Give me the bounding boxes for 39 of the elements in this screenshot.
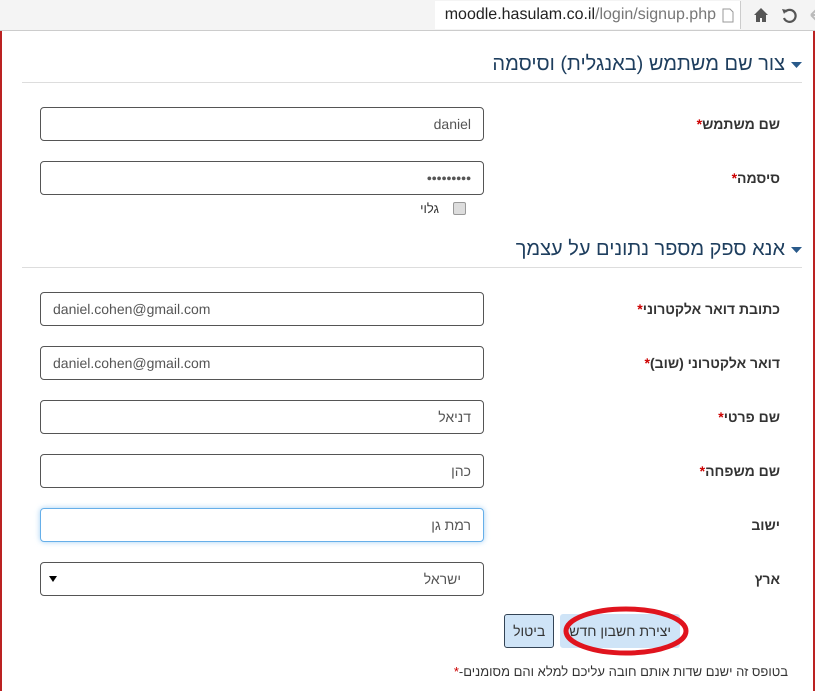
field-label: ישוב: [751, 517, 780, 533]
required-mark: *: [700, 463, 706, 479]
required-mark: *: [454, 664, 459, 679]
collapse-caret-icon: [791, 60, 802, 68]
checkbox[interactable]: [453, 202, 466, 215]
input-field[interactable]: כהן: [40, 454, 484, 488]
address-bar[interactable]: moodle.hasulam.co.il/login/signup.php: [434, 1, 741, 29]
field-label: שם משפחה: [705, 463, 780, 479]
required-mark: *: [637, 301, 643, 317]
page-icon: [722, 8, 734, 22]
select-field[interactable]: ישראל: [40, 562, 484, 596]
form-button[interactable]: ביטול: [504, 614, 554, 648]
section-title: צור שם משתמש (באנגלית) וסיסמה: [492, 53, 785, 76]
url-text: moodle.hasulam.co.il/login/signup.php: [444, 6, 716, 24]
required-mark: *: [732, 170, 738, 186]
dropdown-caret-icon: [49, 576, 57, 582]
field-label: סיסמה: [737, 170, 780, 186]
collapse-caret-icon: [791, 246, 802, 254]
required-mark: *: [718, 409, 724, 425]
field-label: שם פרטי: [724, 409, 780, 425]
home-icon[interactable]: [753, 7, 769, 23]
required-mark: *: [696, 116, 702, 132]
field-label: שם משתמש: [702, 116, 780, 132]
field-label: דואר אלקטרוני (שוב): [650, 355, 780, 371]
checkbox-label: גלוי: [420, 201, 439, 216]
footnote-text: בטופס זה ישנם שדות אותם חובה עליכם למלא והם מסומנים-: [458, 664, 788, 679]
section-header[interactable]: אנא ספק מספר נתונים על עצמך: [22, 238, 802, 268]
section-header[interactable]: צור שם משתמש (באנגלית) וסיסמה: [22, 53, 802, 83]
required-mark: *: [644, 355, 650, 371]
input-field[interactable]: •••••••••: [40, 161, 484, 195]
field-label: ארץ: [754, 571, 780, 587]
input-field[interactable]: דניאל: [40, 400, 484, 434]
section-title: אנא ספק מספר נתונים על עצמך: [516, 238, 785, 261]
input-field[interactable]: daniel.cohen@gmail.com: [40, 346, 484, 380]
field-label: כתובת דואר אלקטרוני: [642, 301, 780, 317]
reload-icon[interactable]: [781, 7, 797, 23]
input-field[interactable]: רמת גן: [40, 508, 484, 542]
input-field[interactable]: daniel: [40, 107, 484, 141]
input-field[interactable]: daniel.cohen@gmail.com: [40, 292, 484, 326]
